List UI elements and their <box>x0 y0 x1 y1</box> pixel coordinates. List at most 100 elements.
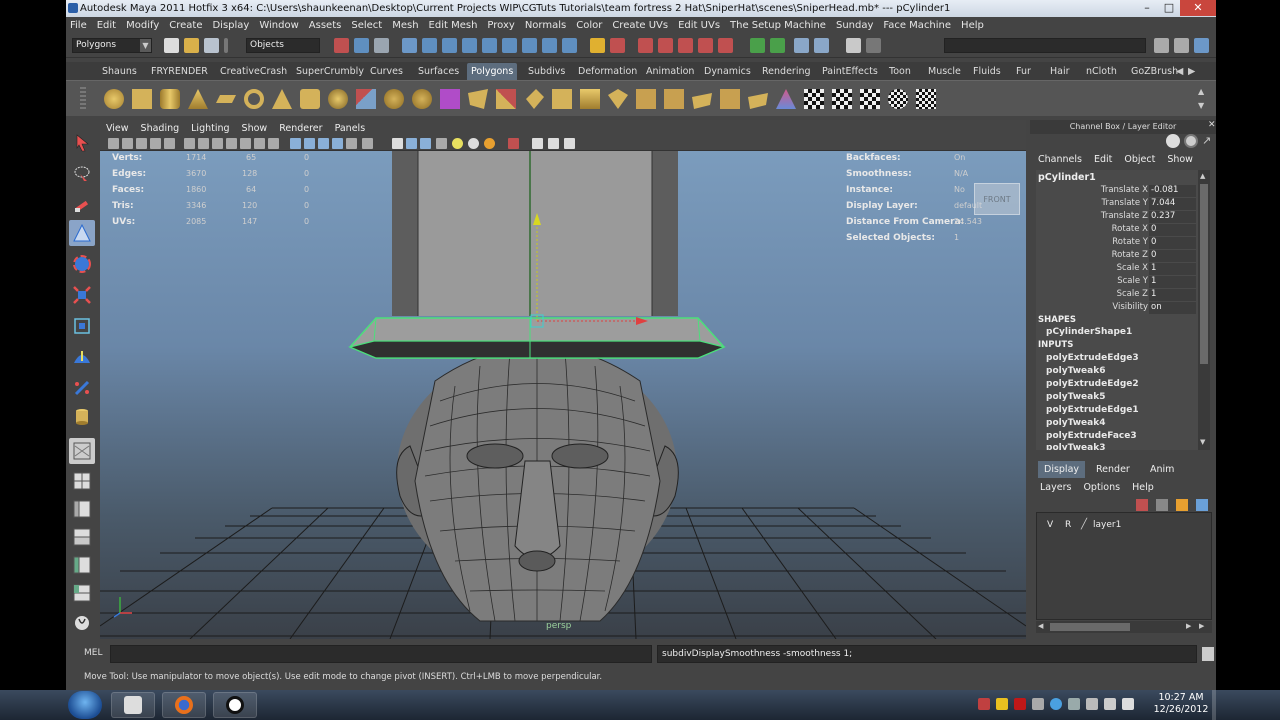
shade-options-icon[interactable] <box>362 138 373 149</box>
layer-reference-toggle[interactable]: R <box>1065 520 1071 530</box>
persp-graph-layout-icon[interactable] <box>69 524 95 550</box>
render-settings-icon[interactable] <box>814 38 829 53</box>
attr-translate-x[interactable]: Translate X -0.081 <box>1036 185 1198 198</box>
menuset-dropdown[interactable]: Polygons ▼ <box>72 38 152 53</box>
menu-edit[interactable]: Edit <box>97 20 116 31</box>
viewport-menu-renderer[interactable]: Renderer <box>279 123 322 134</box>
attr-scale-x[interactable]: Scale X1 <box>1036 263 1198 276</box>
tray-usb-icon[interactable] <box>1068 698 1080 710</box>
viewport-menu-show[interactable]: Show <box>242 123 268 134</box>
uv-checker-4-icon[interactable] <box>888 89 908 109</box>
input-node[interactable]: polyExtrudeEdge1 <box>1046 405 1139 415</box>
boolean-icon[interactable] <box>412 89 432 109</box>
component-mode-icon[interactable] <box>374 38 389 53</box>
menu-create-uvs[interactable]: Create UVs <box>612 20 668 31</box>
toggle-hud-icon[interactable] <box>532 138 543 149</box>
frame-selected-icon[interactable] <box>548 138 559 149</box>
append-to-polygon-icon[interactable] <box>664 89 684 109</box>
shelf-tab-muscle[interactable]: Muscle <box>924 63 965 80</box>
shadows-icon[interactable] <box>436 138 447 149</box>
hypershade-persp-layout-icon[interactable] <box>69 552 95 578</box>
channel-box-settings-icon[interactable] <box>1184 134 1198 148</box>
default-lighting-icon[interactable] <box>452 138 463 149</box>
new-layer-from-selected-icon[interactable] <box>1196 499 1208 511</box>
layer-horizontal-scrollbar[interactable]: ◀ ▶ ▶ <box>1036 621 1212 633</box>
bookmark-icon[interactable] <box>136 138 147 149</box>
paint-select-tool-icon[interactable] <box>69 192 95 218</box>
smooth-icon[interactable] <box>440 89 460 109</box>
snap-to-grid-icon[interactable] <box>638 38 653 53</box>
input-node[interactable]: polyExtrudeEdge2 <box>1046 379 1139 389</box>
ipr-render-icon[interactable] <box>794 38 809 53</box>
frame-all-icon[interactable] <box>564 138 575 149</box>
safe-action-icon[interactable] <box>254 138 265 149</box>
tray-notification-icon[interactable] <box>996 698 1008 710</box>
attr-rotate-x[interactable]: Rotate X0 <box>1036 224 1198 237</box>
make-live-icon[interactable] <box>718 38 733 53</box>
shelf-down-icon[interactable]: ▼ <box>1198 101 1208 111</box>
menu-assets[interactable]: Assets <box>309 20 342 31</box>
lock-selection-icon[interactable] <box>590 38 605 53</box>
poly-cylinder-icon[interactable] <box>160 89 180 109</box>
select-in-view-icon[interactable] <box>508 138 519 149</box>
input-line-menu-icon[interactable] <box>866 38 881 53</box>
taskbar-clock[interactable]: 10:27 AM 12/26/2012 <box>1153 692 1209 716</box>
channel-box-object-name[interactable]: pCylinder1 <box>1038 172 1096 183</box>
shelf-tab-animation[interactable]: Animation <box>642 63 698 80</box>
perspective-viewport[interactable]: Verts: 1714 65 0 Edges: 3670 128 0 Faces… <box>100 151 1026 639</box>
custom-tool-icon[interactable] <box>69 610 95 636</box>
input-node[interactable]: polyTweak5 <box>1046 392 1105 402</box>
layer-color-icon[interactable]: ╱ <box>1081 519 1087 530</box>
view-cube[interactable]: FRONT <box>974 183 1020 215</box>
quick-select-field[interactable] <box>944 38 1146 53</box>
select-misc-icon[interactable] <box>542 38 557 53</box>
last-tool-used-icon[interactable] <box>69 404 95 430</box>
new-scene-icon[interactable] <box>164 38 179 53</box>
separate-icon[interactable] <box>384 89 404 109</box>
tray-network-icon[interactable] <box>1086 698 1098 710</box>
input-node[interactable]: polyTweak3 <box>1046 443 1105 450</box>
menu-setup-machine[interactable]: The Setup Machine <box>730 20 826 31</box>
bridge-icon[interactable] <box>636 89 656 109</box>
layer-menu-layers[interactable]: Layers <box>1040 482 1071 493</box>
grid-toggle-icon[interactable] <box>184 138 195 149</box>
field-chart-icon[interactable] <box>240 138 251 149</box>
input-node[interactable]: polyExtrudeEdge3 <box>1046 353 1139 363</box>
attr-rotate-y[interactable]: Rotate Y0 <box>1036 237 1198 250</box>
channel-box-menu-edit[interactable]: Edit <box>1094 154 1112 165</box>
camera-attributes-icon[interactable] <box>122 138 133 149</box>
viewport-menu-lighting[interactable]: Lighting <box>191 123 229 134</box>
shelf-tab-shauns[interactable]: Shauns <box>98 63 141 80</box>
history-icon[interactable] <box>750 38 765 53</box>
poly-plane-icon[interactable] <box>216 95 236 103</box>
safe-title-icon[interactable] <box>268 138 279 149</box>
insert-edge-loop-icon[interactable] <box>720 89 740 109</box>
film-gate-icon[interactable] <box>198 138 209 149</box>
menu-help[interactable]: Help <box>961 20 984 31</box>
viewport-menu-panels[interactable]: Panels <box>335 123 366 134</box>
menu-color[interactable]: Color <box>576 20 602 31</box>
lasso-tool-icon[interactable] <box>69 161 95 187</box>
viewport-menu-shading[interactable]: Shading <box>141 123 180 134</box>
select-rendering-icon[interactable] <box>522 38 537 53</box>
select-camera-icon[interactable] <box>108 138 119 149</box>
shelf-tab-painteffects[interactable]: PaintEffects <box>818 63 882 80</box>
move-layer-down-icon[interactable] <box>1156 499 1168 511</box>
channel-box-close-icon[interactable]: ✕ <box>1208 120 1216 134</box>
snap-to-curve-icon[interactable] <box>658 38 673 53</box>
universal-manipulator-icon[interactable] <box>69 313 95 339</box>
textured-icon[interactable] <box>332 138 343 149</box>
shelf-drag-handle-icon[interactable] <box>80 87 86 111</box>
select-dynamics-icon[interactable] <box>502 38 517 53</box>
show-desktop-button[interactable] <box>1212 690 1216 720</box>
select-surfaces-icon[interactable] <box>462 38 477 53</box>
input-node[interactable]: polyTweak4 <box>1046 418 1105 428</box>
poly-cube-icon[interactable] <box>132 89 152 109</box>
poly-pyramid-icon[interactable] <box>272 89 292 109</box>
shelf-tab-fluids[interactable]: Fluids <box>969 63 1005 80</box>
select-unknown-icon[interactable] <box>562 38 577 53</box>
channel-box-menu-object[interactable]: Object <box>1124 154 1155 165</box>
close-button[interactable]: ✕ <box>1180 0 1216 16</box>
shelf-tab-curves[interactable]: Curves <box>366 63 407 80</box>
shelf-tab-surfaces[interactable]: Surfaces <box>414 63 463 80</box>
